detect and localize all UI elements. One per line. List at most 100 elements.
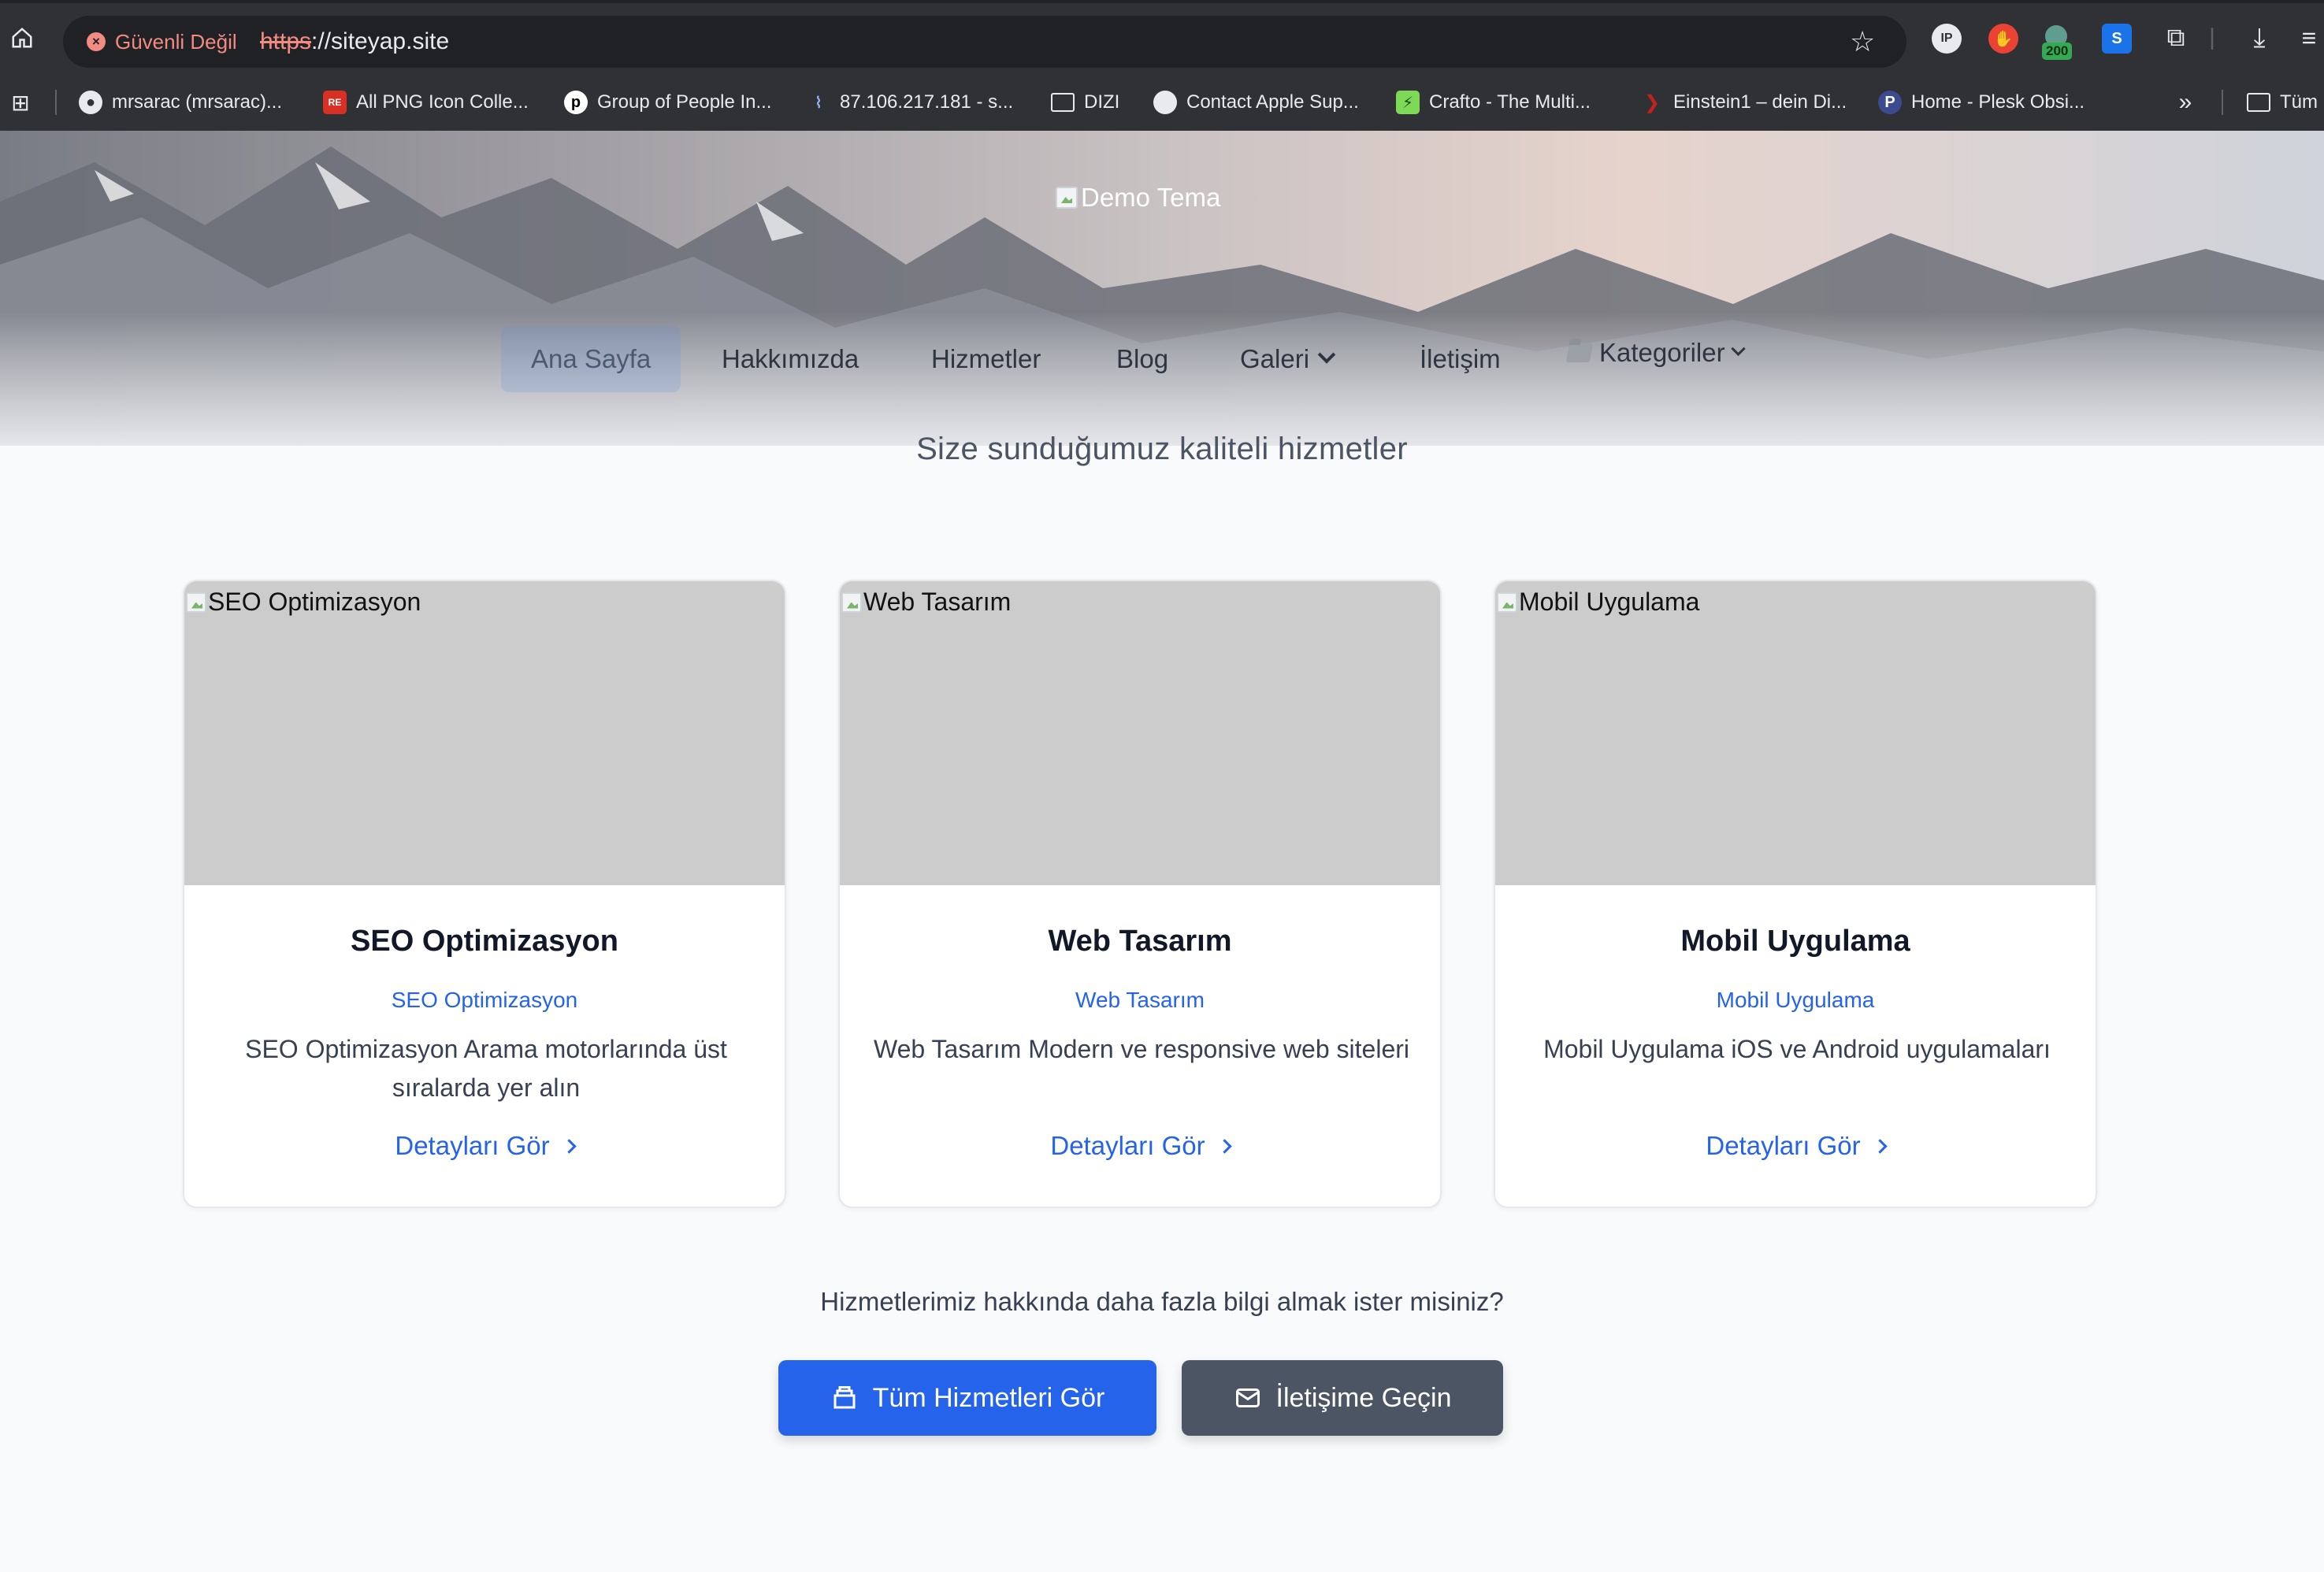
bookmark-item[interactable]: ⌇ 87.106.217.181 - s... — [807, 88, 1013, 117]
bookmark-item[interactable]: Contact Apple Sup... — [1153, 88, 1359, 117]
bookmark-item[interactable]: RE All PNG Icon Colle... — [323, 88, 529, 117]
bookmark-item[interactable]: P Home - Plesk Obsi... — [1878, 88, 2085, 117]
signal-icon: ⌇ — [815, 94, 822, 112]
repo-icon: RE — [323, 91, 347, 114]
image-alt-text: Mobil Uygulama — [1519, 588, 1700, 616]
bookmark-label: Contact Apple Sup... — [1186, 91, 1359, 113]
apps-grid-icon[interactable]: ⊞ — [8, 90, 33, 115]
chevron-right-icon — [561, 1138, 577, 1154]
folder-icon — [1051, 93, 1075, 112]
service-card-mobile-app: Mobil Uygulama Mobil Uygulama Mobil Uygu… — [1494, 580, 2097, 1208]
details-label: Detayları Gör — [395, 1131, 550, 1160]
extension-ip-icon[interactable]: IP — [1932, 24, 1962, 54]
nav-item-gallery[interactable]: Galeri — [1240, 320, 1336, 399]
bookmark-item[interactable]: p Group of People In... — [564, 88, 771, 117]
bookmark-item[interactable]: ❯ Einstein1 – dein Di... — [1640, 88, 1847, 117]
nav-item-blog[interactable]: Blog — [1116, 320, 1168, 399]
folder-icon — [1565, 343, 1594, 362]
image-alt: SEO Optimizasyon — [186, 588, 421, 617]
service-image: Mobil Uygulama — [1495, 581, 2096, 885]
hero-header: Demo Tema Ana Sayfa Hakkımızda Hizmetler… — [0, 131, 2324, 446]
more-bookmarks-icon[interactable]: » — [2173, 89, 2198, 115]
security-label: Güvenli Değil — [115, 29, 237, 54]
nav-item-about[interactable]: Hakkımızda — [722, 320, 859, 399]
chevron-down-icon — [1317, 346, 1336, 364]
service-description: SEO Optimizasyon Arama motorlarında üst … — [245, 1035, 727, 1102]
bookmark-item[interactable]: ● mrsarac (mrsarac)... — [79, 88, 282, 117]
box-icon — [833, 1386, 856, 1409]
bookmarks-separator — [2222, 90, 2223, 115]
service-category-link[interactable]: SEO Optimizasyon — [184, 988, 785, 1013]
nav-item-home[interactable]: Ana Sayfa — [501, 326, 681, 392]
bookmark-label: mrsarac (mrsarac)... — [112, 91, 282, 113]
nav-label: Ana Sayfa — [531, 344, 652, 373]
bookmark-label: Home - Plesk Obsi... — [1911, 91, 2085, 113]
image-alt-text: SEO Optimizasyon — [208, 588, 421, 616]
nav-label: Kategoriler — [1599, 338, 1725, 367]
envelope-icon — [1235, 1388, 1260, 1407]
nav-label: Hizmetler — [931, 344, 1041, 373]
p-logo-icon: p — [564, 91, 588, 114]
all-services-button[interactable]: Tüm Hizmetleri Gör — [778, 1360, 1156, 1436]
all-bookmarks-folder[interactable]: Tüm — [2247, 88, 2318, 117]
image-alt: Web Tasarım — [841, 588, 1011, 617]
service-category-link[interactable]: Web Tasarım — [840, 988, 1440, 1013]
einstein-icon: ❯ — [1643, 91, 1661, 113]
details-link[interactable]: Detayları Gör — [840, 1131, 1440, 1161]
security-chip[interactable]: × Güvenli Değil — [79, 26, 251, 57]
folder-icon — [2247, 93, 2270, 112]
browser-chrome: × Güvenli Değil https://siteyap.site ☆ I… — [0, 0, 2324, 131]
address-bar-row: × Güvenli Değil https://siteyap.site ☆ I… — [0, 3, 2324, 74]
bookmark-label: Group of People In... — [597, 91, 772, 113]
bookmark-folder[interactable]: DIZI — [1051, 88, 1119, 117]
image-alt: Mobil Uygulama — [1497, 588, 1699, 617]
url-scheme: https — [260, 28, 312, 54]
puzzle-extensions-icon[interactable]: ⧉ — [2159, 20, 2193, 55]
nav-item-services[interactable]: Hizmetler — [931, 320, 1041, 399]
bookmarks-separator — [55, 90, 57, 115]
logo-alt-text: Demo Tema — [1081, 183, 1221, 212]
extension-stop-icon[interactable]: ✋ — [1988, 24, 2018, 54]
chevron-right-icon — [1216, 1138, 1232, 1154]
broken-image-icon — [841, 591, 862, 613]
nav-item-contact[interactable]: İletişim — [1420, 320, 1501, 399]
broken-image-icon — [1497, 591, 1517, 613]
bookmark-label: Crafto - The Multi... — [1429, 91, 1591, 113]
url-text[interactable]: https://siteyap.site — [260, 28, 449, 55]
service-title: Web Tasarım — [1048, 925, 1232, 958]
image-alt-text: Web Tasarım — [863, 588, 1012, 616]
chevron-right-icon — [1872, 1138, 1888, 1154]
details-link[interactable]: Detayları Gör — [1495, 1131, 2096, 1161]
bookmark-label: Einstein1 – dein Di... — [1673, 91, 1847, 113]
bookmark-item[interactable]: ⚡ Crafto - The Multi... — [1396, 88, 1591, 117]
service-card-web-design: Web Tasarım Web Tasarım Web Tasarım Web … — [838, 580, 1442, 1208]
service-description: Web Tasarım Modern ve responsive web sit… — [874, 1035, 1409, 1063]
bookmark-label: DIZI — [1084, 91, 1120, 113]
chevron-down-icon — [1730, 341, 1746, 356]
omnibox[interactable]: × Güvenli Değil https://siteyap.site ☆ — [63, 16, 1906, 68]
download-icon[interactable]: ⤓ — [2242, 20, 2277, 55]
plesk-icon: P — [1878, 91, 1902, 114]
service-category-link[interactable]: Mobil Uygulama — [1495, 988, 2096, 1013]
nav-item-categories[interactable]: Kategoriler — [1565, 313, 1746, 392]
not-secure-icon: × — [87, 32, 106, 51]
nav-label: Blog — [1116, 344, 1169, 373]
details-label: Detayları Gör — [1050, 1131, 1205, 1160]
nav-label: Galeri — [1240, 344, 1310, 373]
extension-s-icon[interactable]: S — [2102, 24, 2132, 54]
github-icon: ● — [79, 91, 102, 114]
broken-image-icon — [186, 591, 206, 613]
contact-button[interactable]: İletişime Geçin — [1182, 1360, 1503, 1436]
bookmarks-bar: ⊞ ● mrsarac (mrsarac)... RE All PNG Icon… — [0, 74, 2324, 131]
reading-list-icon[interactable]: ≡ — [2294, 20, 2324, 55]
service-card-seo: SEO Optimizasyon SEO Optimizasyon SEO Op… — [183, 580, 786, 1208]
apple-icon — [1153, 91, 1177, 114]
separator-icon: | — [2209, 24, 2215, 50]
service-description: Mobil Uygulama iOS ve Android uygulamala… — [1543, 1035, 2051, 1063]
bookmark-label: Tüm — [2280, 91, 2318, 113]
home-icon[interactable] — [6, 20, 38, 55]
site-logo[interactable]: Demo Tema — [1056, 183, 1220, 213]
nav-label: İletişim — [1420, 344, 1501, 373]
bookmark-star-icon[interactable]: ☆ — [1850, 25, 1875, 58]
details-link[interactable]: Detayları Gör — [184, 1131, 785, 1161]
